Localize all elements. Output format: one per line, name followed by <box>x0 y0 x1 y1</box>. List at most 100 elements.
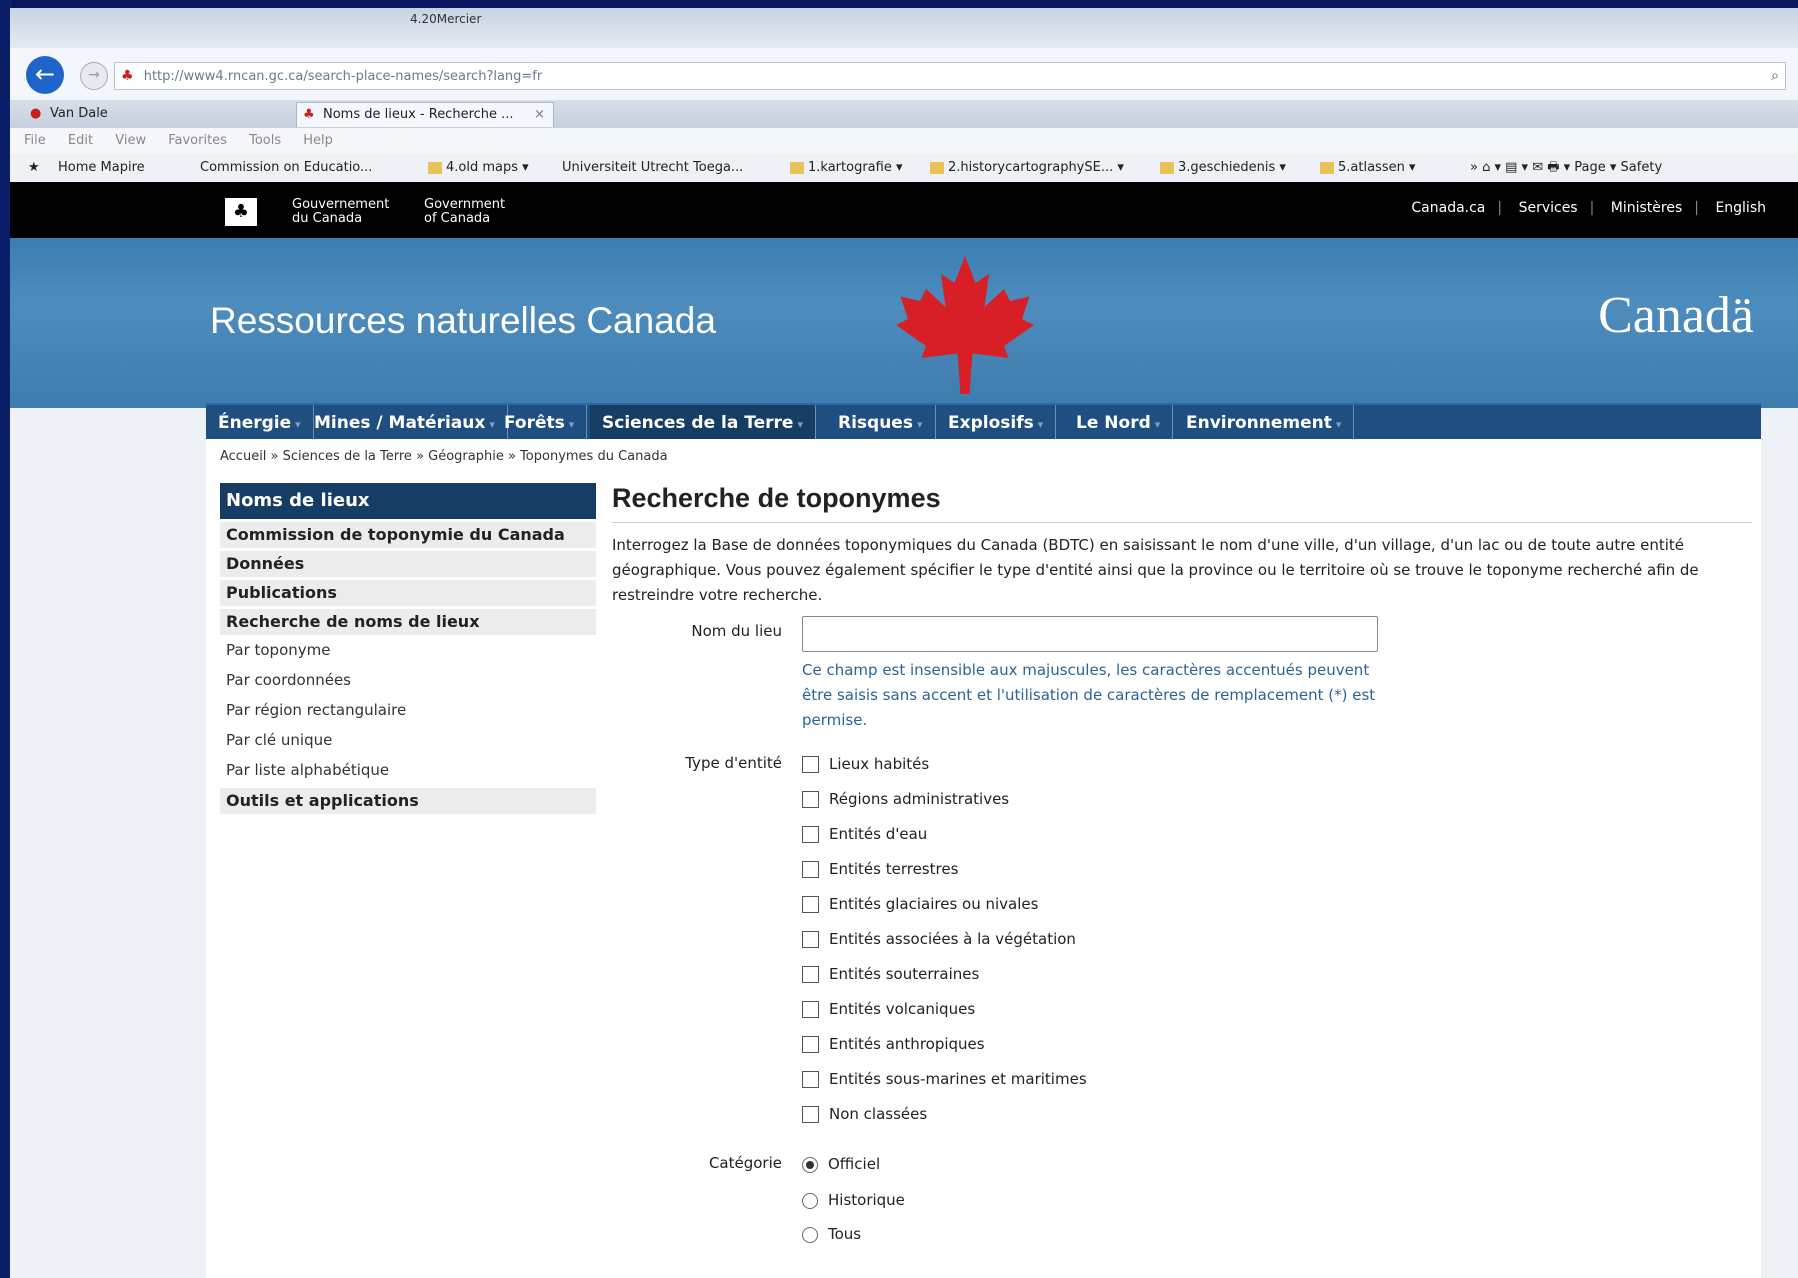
link-services[interactable]: Services <box>1519 200 1578 216</box>
checkbox[interactable] <box>802 966 819 983</box>
link-english[interactable]: English <box>1715 200 1766 216</box>
menu-tools[interactable]: Tools <box>249 133 281 148</box>
checkbox[interactable] <box>802 791 819 808</box>
type-label-text: Entités d'eau <box>829 825 928 843</box>
sidebar-sub-cle[interactable]: Par clé unique <box>220 725 596 755</box>
type-souterraines[interactable]: Entités souterraines <box>802 962 979 986</box>
cat-historique[interactable]: Historique <box>802 1188 905 1212</box>
checkbox[interactable] <box>802 756 819 773</box>
nav-label: Énergie <box>218 413 292 433</box>
address-bar[interactable]: ♣ http://www4.rncan.gc.ca/search-place-n… <box>114 62 1786 90</box>
nav-risques[interactable]: Risques ▾ <box>826 405 936 441</box>
type-lieux-habites[interactable]: Lieux habités <box>802 752 929 776</box>
fav-label: 3.geschiedenis ▾ <box>1178 160 1286 175</box>
sidebar-sub-liste[interactable]: Par liste alphabétique <box>220 755 596 785</box>
address-row: ← → ♣ http://www4.rncan.gc.ca/search-pla… <box>10 48 1798 100</box>
nav-label: Le Nord <box>1076 413 1151 433</box>
close-tab-icon[interactable]: × <box>534 103 545 127</box>
fav-label: 5.atlassen ▾ <box>1338 160 1416 175</box>
menu-view[interactable]: View <box>115 133 146 148</box>
menu-favorites[interactable]: Favorites <box>168 133 227 148</box>
tab-van-dale[interactable]: ● Van Dale <box>24 102 230 126</box>
sidebar-sub-toponyme[interactable]: Par toponyme <box>220 635 596 665</box>
fav-universiteit[interactable]: Universiteit Utrecht Toega... <box>562 154 743 182</box>
fav-kartografie[interactable]: 1.kartografie ▾ <box>790 154 902 182</box>
folder-icon <box>790 161 804 174</box>
tab-bar: ● Van Dale ♣ Noms de lieux - Recherche .… <box>10 100 1798 128</box>
type-volcaniques[interactable]: Entités volcaniques <box>802 997 975 1021</box>
radio-button[interactable] <box>802 1156 818 1173</box>
nav-le-nord[interactable]: Le Nord ▾ <box>1064 405 1174 441</box>
type-entites-eau[interactable]: Entités d'eau <box>802 822 927 846</box>
maple-leaf-favicon-icon: ♣ <box>303 107 315 122</box>
gov-fr-line1: Gouvernement <box>292 197 390 212</box>
page-title: Recherche de toponymes <box>612 483 941 513</box>
menu-edit[interactable]: Edit <box>68 133 93 148</box>
checkbox[interactable] <box>802 1071 819 1088</box>
tab-noms-de-lieux[interactable]: ♣ Noms de lieux - Recherche ... × <box>296 102 554 127</box>
sidebar-item-publications[interactable]: Publications <box>220 580 596 606</box>
link-ministeres[interactable]: Ministères <box>1611 200 1682 216</box>
sidebar-item-outils[interactable]: Outils et applications <box>220 788 596 814</box>
folder-icon <box>1160 161 1174 174</box>
checkbox[interactable] <box>802 896 819 913</box>
sidebar-item-commission[interactable]: Commission de toponymie du Canada <box>220 522 596 548</box>
fav-commission[interactable]: Commission on Educatio... <box>200 154 372 182</box>
type-label-text: Lieux habités <box>829 755 930 773</box>
fav-old-maps[interactable]: 4.old maps ▾ <box>428 154 529 182</box>
sidebar-sub-coordonnees[interactable]: Par coordonnées <box>220 665 596 695</box>
nav-forets[interactable]: Forêts ▾ <box>492 405 588 441</box>
checkbox[interactable] <box>802 1106 819 1123</box>
forward-button[interactable]: → <box>80 62 108 90</box>
radio-button[interactable] <box>802 1192 818 1209</box>
fav-home-mapire[interactable]: Home Mapire <box>58 154 145 182</box>
type-non-classees[interactable]: Non classées <box>802 1102 927 1126</box>
van-dale-favicon-icon: ● <box>30 106 42 121</box>
nom-du-lieu-input[interactable] <box>802 616 1378 652</box>
nav-mines[interactable]: Mines / Matériaux ▾ <box>302 405 508 441</box>
fav-label: 4.old maps ▾ <box>446 160 529 175</box>
site-title[interactable]: Ressources naturelles Canada <box>210 300 716 342</box>
search-icon[interactable]: ⌕ <box>1771 63 1779 89</box>
nom-hint: Ce champ est insensible aux majuscules, … <box>802 661 1376 729</box>
type-entites-terrestres[interactable]: Entités terrestres <box>802 857 958 881</box>
sidebar-heading[interactable]: Noms de lieux <box>220 483 596 519</box>
type-vegetation[interactable]: Entités associées à la végétation <box>802 927 1076 951</box>
nav-energie[interactable]: Énergie ▾ <box>206 405 314 441</box>
checkbox[interactable] <box>802 1001 819 1018</box>
nav-explosifs[interactable]: Explosifs ▾ <box>936 405 1057 441</box>
fav-historycartography[interactable]: 2.historycartographySE... ▾ <box>930 154 1124 182</box>
gov-links: Canada.ca | Services | Ministères | English <box>1411 200 1766 216</box>
checkbox[interactable] <box>802 931 819 948</box>
checkbox[interactable] <box>802 826 819 843</box>
fav-atlassen[interactable]: 5.atlassen ▾ <box>1320 154 1416 182</box>
nav-sciences-terre[interactable]: Sciences de la Terre ▾ <box>590 405 816 441</box>
nav-environnement[interactable]: Environnement ▾ <box>1174 405 1355 441</box>
canada-flag-icon: ♣ <box>210 198 272 226</box>
type-regions-admin[interactable]: Régions administratives <box>802 787 1009 811</box>
command-bar[interactable]: » ⌂ ▾ ▤ ▾ ✉ 🖶 ▾ Page ▾ Safety <box>1470 154 1662 182</box>
fav-geschiedenis[interactable]: 3.geschiedenis ▾ <box>1160 154 1286 182</box>
favorites-bar: ★ Home Mapire Commission on Educatio... … <box>10 154 1798 182</box>
sidebar-item-donnees[interactable]: Données <box>220 551 596 577</box>
cat-tous[interactable]: Tous <box>802 1222 861 1246</box>
checkbox[interactable] <box>802 861 819 878</box>
tab-label: Noms de lieux - Recherche ... <box>323 107 514 122</box>
cat-officiel[interactable]: Officiel <box>802 1152 880 1176</box>
menu-file[interactable]: File <box>24 133 46 148</box>
link-canada-ca[interactable]: Canada.ca <box>1411 200 1485 216</box>
sidebar-sub-region[interactable]: Par région rectangulaire <box>220 695 596 725</box>
favorites-star-icon[interactable]: ★ <box>28 154 40 182</box>
type-anthropiques[interactable]: Entités anthropiques <box>802 1032 985 1056</box>
sidebar-item-recherche[interactable]: Recherche de noms de lieux <box>220 609 596 635</box>
back-button[interactable]: ← <box>26 56 64 94</box>
breadcrumb[interactable]: Accueil » Sciences de la Terre » Géograp… <box>220 449 668 464</box>
site-banner: Ressources naturelles Canada Canadä <box>10 238 1798 408</box>
radio-button[interactable] <box>802 1226 818 1243</box>
type-sous-marines[interactable]: Entités sous-marines et maritimes <box>802 1067 1087 1091</box>
menu-help[interactable]: Help <box>303 133 333 148</box>
checkbox[interactable] <box>802 1036 819 1053</box>
type-label-text: Non classées <box>829 1105 928 1123</box>
title-divider <box>612 522 1752 523</box>
type-glaciaires[interactable]: Entités glaciaires ou nivales <box>802 892 1038 916</box>
